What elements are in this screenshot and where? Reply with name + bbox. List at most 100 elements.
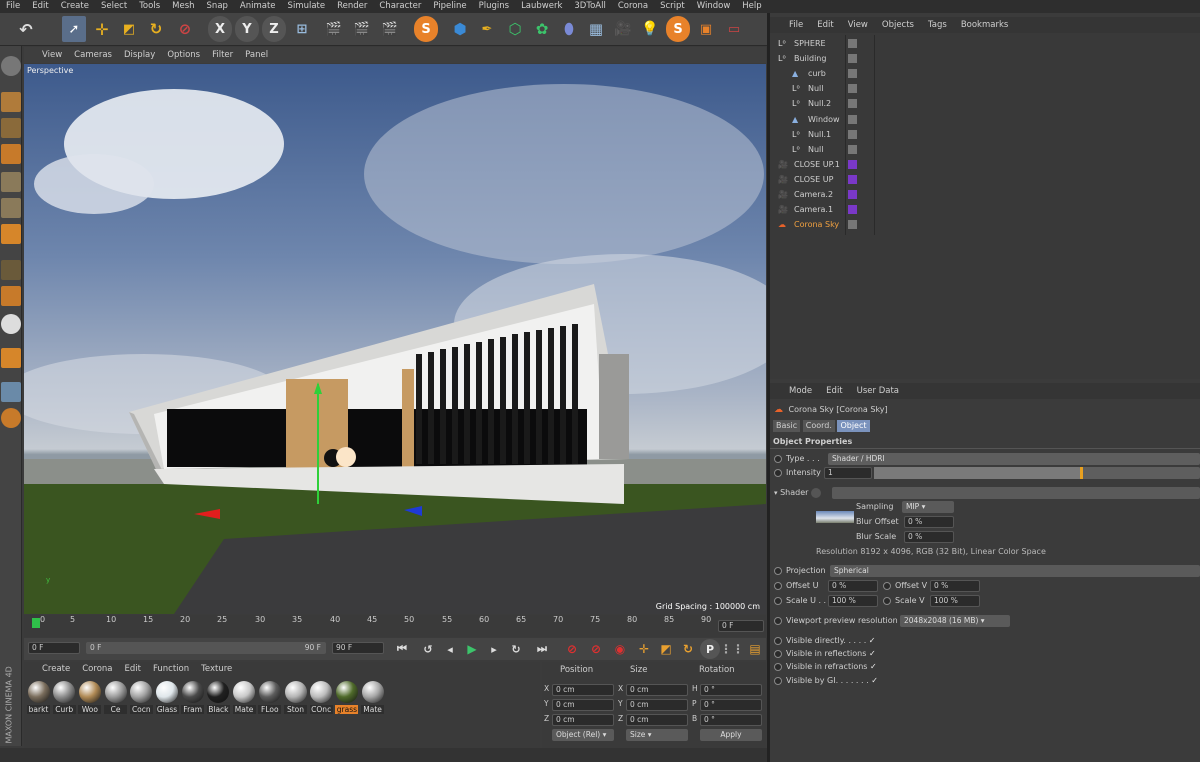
visibility-toggle[interactable] — [848, 69, 857, 79]
coordinate-mode-dropdown[interactable]: Object (Rel) ▾ — [552, 729, 614, 741]
visibility-toggle[interactable] — [848, 220, 857, 230]
light-icon[interactable]: 💡 — [638, 16, 662, 42]
object-menu-bookmarks[interactable]: Bookmarks — [954, 17, 1016, 33]
visible-gi-checkbox[interactable]: ✓ — [871, 676, 878, 685]
blur-offset-field[interactable]: 0 % — [904, 516, 954, 528]
material-swatch[interactable]: Cocn — [129, 681, 153, 715]
attribute-menu-edit[interactable]: Edit — [819, 383, 849, 399]
layer-color-swatch[interactable] — [848, 190, 857, 199]
scale-icon[interactable]: ◩ — [117, 16, 141, 42]
corona-icon[interactable]: S — [414, 16, 438, 42]
menu-animate[interactable]: Animate — [234, 0, 282, 13]
visible-refractions-radio[interactable] — [774, 662, 782, 671]
object-name[interactable]: Corona Sky — [794, 217, 839, 232]
timeline-playhead[interactable] — [32, 618, 40, 628]
projection-dropdown[interactable]: Spherical — [830, 565, 1200, 577]
subdivision-icon[interactable]: ⬡ — [503, 16, 527, 42]
edges-mode-icon[interactable] — [1, 198, 21, 218]
deformer-icon[interactable]: ⬮ — [557, 16, 581, 42]
type-dropdown[interactable]: Shader / HDRI — [828, 453, 1200, 465]
polygons-mode-icon[interactable] — [1, 224, 21, 244]
visibility-toggle[interactable] — [848, 99, 857, 109]
object-row[interactable]: 🎥 Camera.1 — [770, 202, 1200, 217]
object-name[interactable]: Null.1 — [808, 127, 831, 142]
record-icon[interactable]: ⊘ — [562, 639, 582, 659]
cube-icon[interactable]: ⬢ — [448, 16, 472, 42]
menu-render[interactable]: Render — [331, 0, 373, 13]
magnet-icon[interactable] — [1, 348, 21, 368]
play-icon[interactable]: ▶ — [462, 639, 482, 659]
material-menu-corona[interactable]: Corona — [76, 662, 118, 677]
frame-range-slider[interactable]: 0 F 90 F — [86, 642, 326, 654]
lock-workplane-icon[interactable] — [1, 382, 21, 402]
object-row[interactable]: L⁰ Null.1 — [770, 127, 1200, 142]
menu-create[interactable]: Create — [55, 0, 95, 13]
key-pla-icon[interactable]: ⋮⋮ — [720, 639, 744, 659]
menu-mesh[interactable]: Mesh — [166, 0, 200, 13]
intensity-slider-handle[interactable] — [1080, 467, 1083, 479]
material-swatch[interactable]: Glass — [155, 681, 179, 715]
object-mode-icon[interactable] — [1, 92, 21, 112]
render-picture-viewer-icon[interactable]: 🎬 — [350, 16, 374, 42]
viewport-menu-options[interactable]: Options — [161, 47, 206, 63]
object-name[interactable]: CLOSE UP.1 — [794, 157, 840, 172]
attribute-menu-mode[interactable]: Mode — [782, 383, 819, 399]
menu-window[interactable]: Window — [691, 0, 737, 13]
start-frame-field[interactable]: 0 F — [28, 642, 80, 654]
material-swatch[interactable]: FLoo — [258, 681, 282, 715]
visible-gi-radio[interactable] — [774, 676, 782, 685]
object-name[interactable]: Window — [808, 112, 840, 127]
menu-laubwerk[interactable]: Laubwerk — [515, 0, 568, 13]
next-frame-icon[interactable]: ▸ — [484, 639, 504, 659]
material-swatch[interactable]: Fram — [181, 681, 205, 715]
axis-lock-y[interactable]: Y — [235, 16, 259, 42]
material-swatch[interactable]: Curb — [52, 681, 76, 715]
object-name[interactable]: CLOSE UP — [794, 172, 833, 187]
goto-end-icon[interactable]: ⏭ — [532, 639, 552, 659]
viewport-menu-display[interactable]: Display — [118, 47, 161, 63]
visibility-toggle[interactable] — [848, 54, 857, 64]
intensity-slider[interactable] — [874, 467, 1200, 479]
prev-key-icon[interactable]: ↺ — [418, 639, 438, 659]
menu-edit[interactable]: Edit — [26, 0, 54, 13]
corona-logo-icon[interactable]: S — [666, 16, 690, 42]
prev-frame-icon[interactable]: ◂ — [440, 639, 460, 659]
menu-3dtoall[interactable]: 3DToAll — [568, 0, 611, 13]
scale-v-radio[interactable] — [883, 596, 891, 605]
select-arrow-icon[interactable]: ➚ — [62, 16, 86, 42]
recent-tool-icon[interactable]: ⊘ — [173, 16, 197, 42]
move-icon[interactable]: ✛ — [90, 16, 114, 42]
rotate-icon[interactable]: ↻ — [144, 16, 168, 42]
rotation-field[interactable]: 0 ° — [700, 699, 762, 711]
material-swatch[interactable]: Black — [206, 681, 230, 715]
object-row[interactable]: L⁰ Building — [770, 51, 1200, 66]
viewport-menu-panel[interactable]: Panel — [239, 47, 274, 63]
material-swatch[interactable]: Ce — [104, 681, 128, 715]
render-view-icon[interactable]: 🎬 — [322, 16, 346, 42]
timeline-ruler[interactable]: 0 5 10 15 20 25 30 35 40 45 50 55 60 65 … — [24, 615, 766, 637]
offset-u-radio[interactable] — [774, 581, 782, 590]
menu-simulate[interactable]: Simulate — [282, 0, 332, 13]
object-menu-objects[interactable]: Objects — [875, 17, 921, 33]
solo-icon[interactable] — [1, 408, 21, 428]
world-coordinate-icon[interactable]: ⊞ — [290, 16, 314, 42]
material-swatch[interactable]: grass — [335, 681, 359, 715]
object-row[interactable]: ☁ Corona Sky — [770, 217, 1200, 232]
object-row[interactable]: L⁰ Null.2 — [770, 96, 1200, 111]
camera-icon[interactable]: 🎥 — [611, 16, 635, 42]
workplane-icon[interactable] — [1, 144, 21, 164]
perspective-viewport[interactable]: y Perspective Grid Spacing : 100000 cm — [24, 64, 766, 614]
hdri-preview-thumbnail[interactable] — [816, 511, 854, 523]
offset-v-field[interactable]: 0 % — [930, 580, 980, 592]
menu-script[interactable]: Script — [654, 0, 691, 13]
shader-field[interactable] — [832, 487, 1200, 499]
size-field[interactable]: 0 cm — [626, 699, 688, 711]
floor-icon[interactable]: ▦ — [584, 16, 608, 42]
visible-reflections-checkbox[interactable]: ✓ — [869, 649, 876, 658]
menu-plugins[interactable]: Plugins — [473, 0, 515, 13]
layer-color-swatch[interactable] — [848, 159, 857, 169]
tweak-mode-icon[interactable] — [1, 286, 21, 306]
material-menu-texture[interactable]: Texture — [195, 662, 238, 677]
visibility-toggle[interactable] — [848, 39, 857, 48]
object-menu-file[interactable]: File — [782, 17, 810, 33]
